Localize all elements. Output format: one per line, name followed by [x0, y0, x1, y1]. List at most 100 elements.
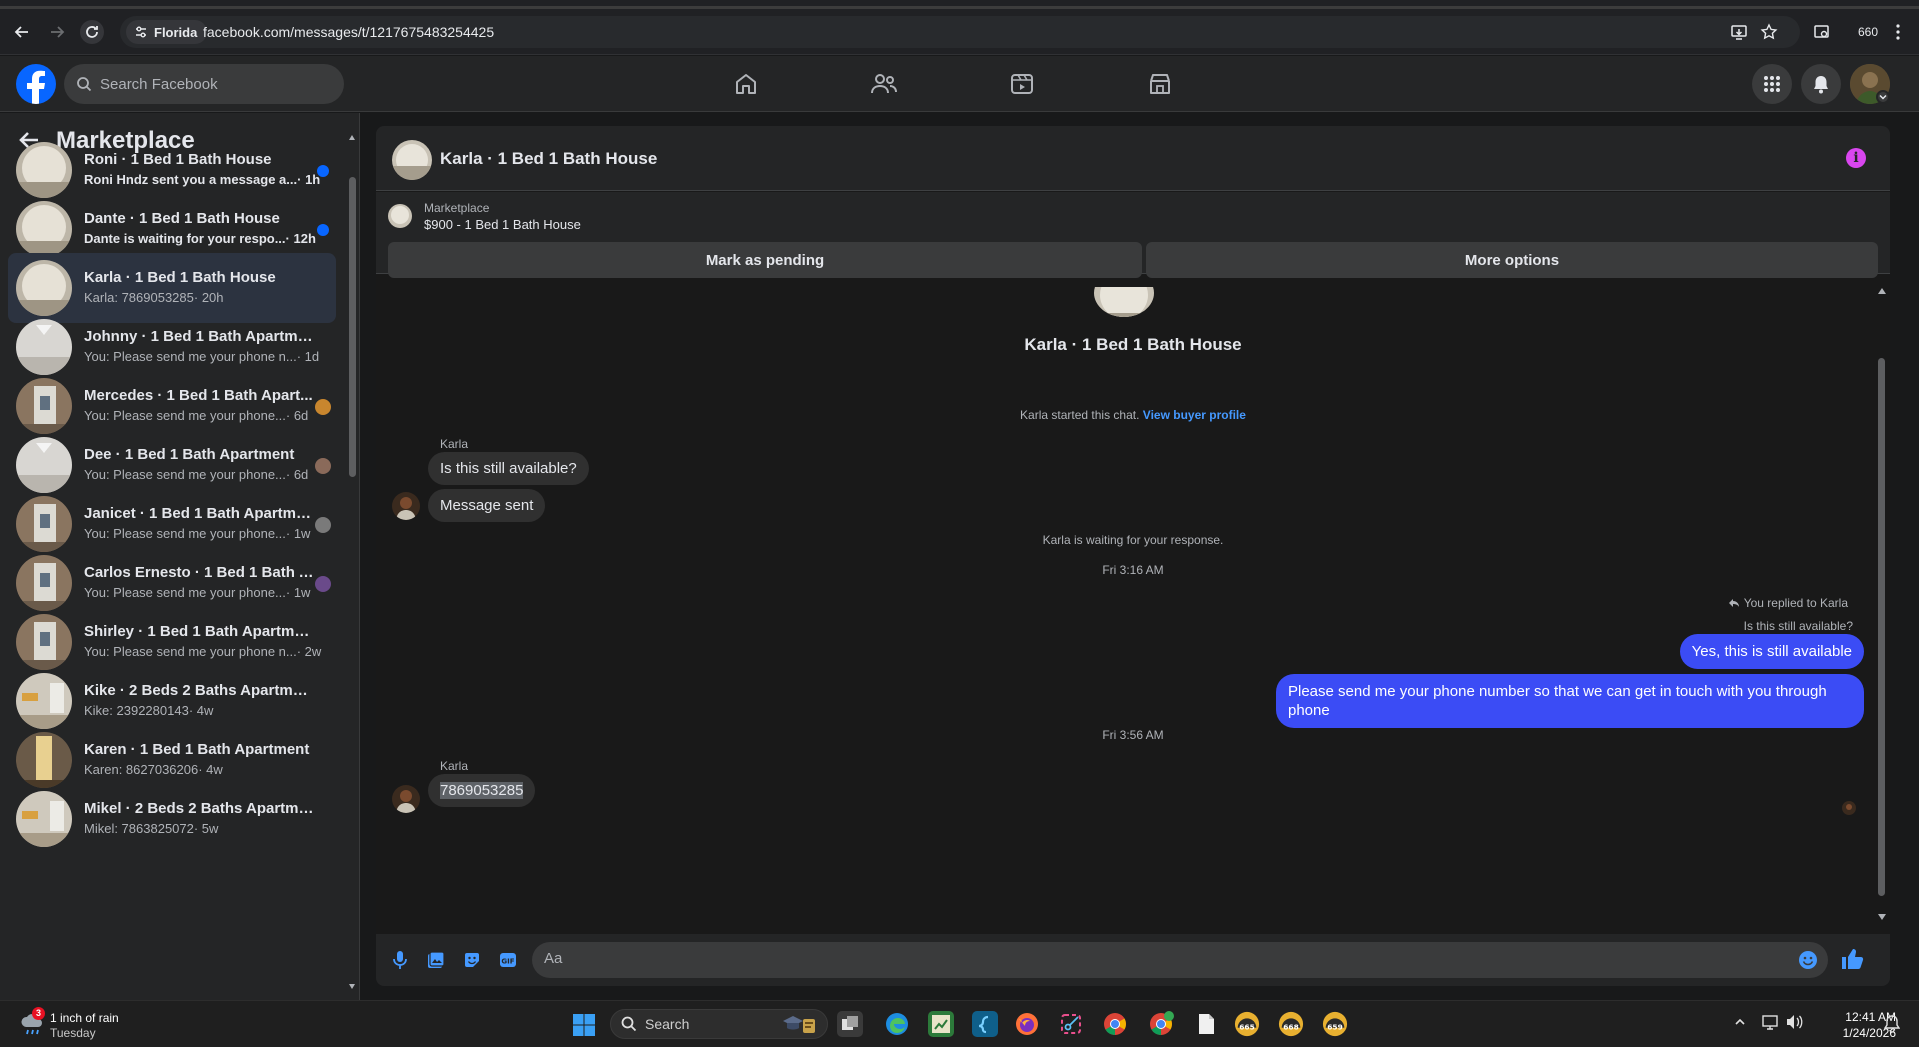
- conversation-time: · 1w: [285, 526, 311, 541]
- weather-widget[interactable]: 3: [18, 1007, 46, 1037]
- sender-avatar[interactable]: [392, 785, 420, 813]
- emoji-icon[interactable]: [1798, 950, 1818, 970]
- chrome-profile-icon[interactable]: [1148, 1011, 1174, 1037]
- nav-video-tab[interactable]: [966, 56, 1078, 112]
- network-icon[interactable]: [1762, 1014, 1780, 1030]
- unread-dot-icon: [317, 165, 329, 177]
- conversation-title: Dee · 1 Bed 1 Bath Apartment: [84, 446, 295, 463]
- conversation-snippet-text: Kike: 2392280143: [84, 703, 189, 718]
- facebook-logo-icon[interactable]: [16, 64, 56, 104]
- facebook-search-box[interactable]: [64, 64, 344, 104]
- marketplace-store-icon: [1150, 74, 1170, 94]
- conversation-time: · 1w: [285, 585, 311, 600]
- conversation-snippet-text: Dante is waiting for your respo...: [84, 231, 286, 246]
- like-thumbs-up-icon[interactable]: [1840, 947, 1864, 971]
- task-view-icon[interactable]: [837, 1011, 863, 1037]
- info-icon[interactable]: i: [1846, 148, 1866, 168]
- message-input-box[interactable]: [532, 942, 1828, 978]
- sender-avatar[interactable]: [392, 492, 420, 520]
- tracker-app-icon[interactable]: 668: [1278, 1011, 1304, 1037]
- conversation-snippet-text: You: Please send me your phone...: [84, 526, 286, 541]
- conversation-time: · 1d: [296, 349, 320, 364]
- search-input[interactable]: [100, 75, 320, 93]
- site-info-chip[interactable]: Florida: [126, 20, 208, 44]
- listing-thumbnail: [16, 555, 72, 611]
- incoming-message[interactable]: Is this still available?: [428, 452, 589, 485]
- install-app-icon[interactable]: [1730, 23, 1748, 41]
- facebook-header: [0, 56, 1919, 112]
- incoming-message[interactable]: Message sent: [428, 489, 546, 522]
- sticker-icon[interactable]: [462, 950, 482, 970]
- chat-title[interactable]: Karla · 1 Bed 1 Bath House: [440, 149, 657, 169]
- conversation-title: Johnny · 1 Bed 1 Bath Apartment: [84, 328, 314, 345]
- notepad-icon[interactable]: [1193, 1011, 1219, 1037]
- mark-as-pending-button[interactable]: Mark as pending: [388, 242, 1142, 278]
- clock-date[interactable]: 1/24/2026: [1806, 1026, 1896, 1040]
- weather-title[interactable]: 1 inch of rain: [50, 1011, 119, 1025]
- notifications-button[interactable]: [1801, 64, 1841, 104]
- conversation-snippet-text: Mikel: 7863825072: [84, 821, 194, 836]
- microphone-icon[interactable]: [390, 950, 410, 970]
- conversation-snippet: You: Please send me your phone n... · 2w: [84, 644, 324, 659]
- menu-grid-button[interactable]: [1752, 64, 1792, 104]
- chat-avatar[interactable]: [392, 140, 432, 180]
- volume-icon[interactable]: [1786, 1014, 1804, 1030]
- outgoing-message[interactable]: Please send me your phone number so that…: [1276, 674, 1864, 728]
- intro-title: Karla · 1 Bed 1 Bath House: [1024, 335, 1242, 354]
- quoted-message[interactable]: Is this still available?: [1744, 619, 1853, 633]
- url-text[interactable]: facebook.com/messages/t/1217675483254425: [203, 24, 494, 40]
- nav-friends-tab[interactable]: [828, 56, 940, 112]
- weather-alert-badge: 3: [32, 1007, 45, 1020]
- chat-header: Karla · 1 Bed 1 Bath House i: [376, 126, 1890, 191]
- tracker-app-icon[interactable]: 665: [1234, 1011, 1260, 1037]
- listing-title[interactable]: $900 - 1 Bed 1 Bath House: [424, 217, 581, 232]
- tray-overflow-chevron-icon[interactable]: [1734, 1016, 1746, 1028]
- view-buyer-profile-link[interactable]: View buyer profile: [1143, 408, 1246, 422]
- photo-attach-icon[interactable]: [426, 950, 446, 970]
- nav-marketplace-tab[interactable]: [1104, 56, 1216, 112]
- gif-icon[interactable]: GIF: [498, 950, 518, 970]
- reload-icon[interactable]: [80, 20, 104, 44]
- tracker-app-label: 668: [1283, 1023, 1298, 1032]
- message-input[interactable]: [544, 950, 1744, 967]
- conversation-snippet-text: You: Please send me your phone...: [84, 585, 286, 600]
- bookmark-star-icon[interactable]: [1760, 23, 1778, 41]
- edge-browser-icon[interactable]: [884, 1011, 910, 1037]
- listing-thumbnail: [16, 732, 72, 788]
- chrome-icon[interactable]: [1102, 1011, 1128, 1037]
- conversation-item[interactable]: Mikel · 2 Beds 2 Baths Apartment Mikel: 7…: [8, 784, 336, 854]
- account-chevron-icon[interactable]: [1876, 90, 1890, 104]
- timestamp: Fri 3:56 AM: [1102, 728, 1164, 742]
- script-app-icon[interactable]: [972, 1011, 998, 1037]
- address-bar[interactable]: Florida facebook.com/messages/t/12176754…: [120, 16, 1800, 48]
- more-options-button[interactable]: More options: [1146, 242, 1878, 278]
- snipping-tool-icon[interactable]: [1058, 1011, 1084, 1037]
- outgoing-message[interactable]: Yes, this is still available: [1679, 634, 1864, 669]
- listing-category-label: Marketplace: [424, 201, 490, 215]
- firefox-icon[interactable]: [1014, 1011, 1040, 1037]
- listing-thumbnail: [16, 142, 72, 198]
- back-icon[interactable]: [10, 20, 34, 44]
- browser-menu-icon[interactable]: [1886, 20, 1910, 44]
- sidebar-scrollbar-thumb[interactable]: [349, 177, 356, 477]
- weather-day[interactable]: Tuesday: [50, 1026, 96, 1040]
- site-chip-label: Florida: [154, 24, 198, 40]
- tracker-app-icon[interactable]: 659: [1322, 1011, 1348, 1037]
- chat-started-notice: Karla started this chat. View buyer prof…: [376, 408, 1890, 422]
- conversation-snippet-text: Karen: 8627036206: [84, 762, 199, 777]
- nav-home-tab[interactable]: [690, 56, 802, 112]
- chart-app-icon[interactable]: [928, 1011, 954, 1037]
- tab-search-icon[interactable]: [1810, 20, 1834, 44]
- taskbar-search-box[interactable]: Search: [610, 1009, 828, 1039]
- windows-start-icon[interactable]: [572, 1013, 596, 1037]
- extension-badge-count[interactable]: 660: [1858, 25, 1878, 39]
- conversation-snippet: You: Please send me your phone... · 1w: [84, 526, 324, 541]
- conversation-snippet-text: Karla: 7869053285: [84, 290, 194, 305]
- chat-scrollbar-thumb[interactable]: [1878, 358, 1885, 896]
- incoming-message[interactable]: 7869053285: [428, 774, 536, 807]
- selected-phone-number[interactable]: 7869053285: [440, 782, 524, 799]
- forward-icon[interactable]: [45, 20, 69, 44]
- listing-thumbnail[interactable]: [388, 204, 412, 228]
- notification-center-icon[interactable]: [1884, 1015, 1900, 1033]
- listing-thumbnail: [16, 496, 72, 552]
